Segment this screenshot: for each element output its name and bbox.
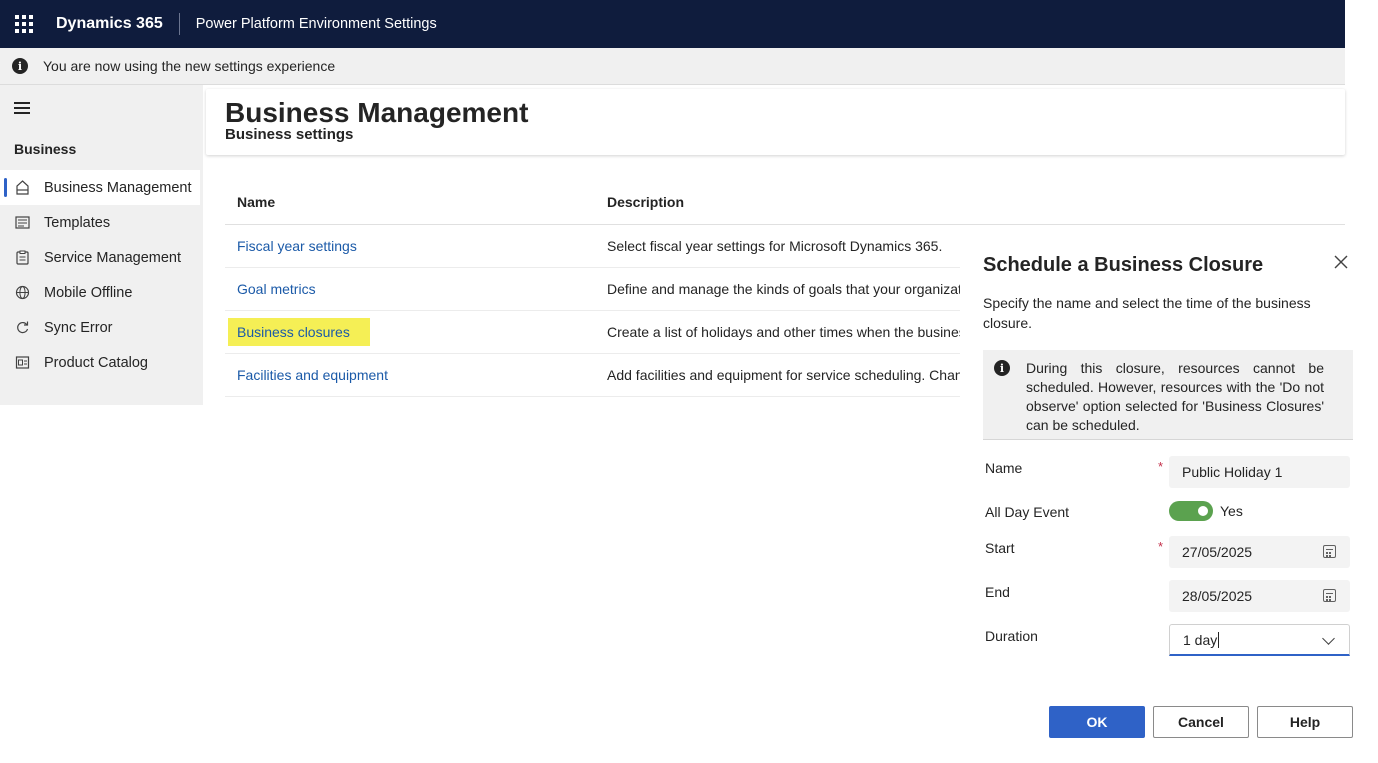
duration-label: Duration — [985, 628, 1038, 644]
dialog-title: Schedule a Business Closure — [983, 254, 1264, 276]
start-date-value: 27/05/2025 — [1182, 544, 1253, 560]
waffle-icon — [15, 15, 33, 33]
info-message: i During this closure, resources cannot … — [983, 350, 1353, 440]
app-title[interactable]: Power Platform Environment Settings — [196, 16, 437, 32]
sidebar-nav: Business Management Templates Service Ma… — [0, 170, 200, 380]
notification-bar: i You are now using the new settings exp… — [0, 48, 1345, 85]
required-indicator: * — [1158, 539, 1164, 554]
sidebar: Business Business Management Templates S… — [0, 85, 200, 405]
highlight-marker: Business closures — [228, 318, 370, 346]
page-title: Business Management — [225, 97, 529, 128]
sidebar-item-label: Service Management — [44, 249, 182, 266]
chevron-down-icon[interactable] — [1322, 632, 1335, 645]
info-icon: i — [994, 360, 1010, 376]
sidebar-item-business-management[interactable]: Business Management — [0, 170, 200, 205]
brand-name[interactable]: Dynamics 365 — [56, 13, 180, 35]
info-message-text: During this closure, resources cannot be… — [1026, 360, 1324, 433]
sidebar-item-label: Mobile Offline — [44, 284, 133, 301]
sidebar-item-label: Sync Error — [44, 319, 113, 336]
end-date-field[interactable]: 28/05/2025 — [1169, 580, 1350, 612]
name-value: Public Holiday 1 — [1182, 464, 1283, 480]
page-subtitle: Business settings — [225, 126, 354, 143]
sidebar-item-label: Business Management — [44, 179, 192, 196]
business-management-icon — [14, 180, 30, 196]
facilities-and-equipment-link[interactable]: Facilities and equipment — [237, 367, 388, 383]
start-date-field[interactable]: 27/05/2025 — [1169, 536, 1350, 568]
notification-text: You are now using the new settings exper… — [43, 58, 336, 74]
table-header-row: Name Description — [225, 180, 1345, 225]
toggle-knob — [1198, 506, 1208, 516]
sidebar-item-mobile-offline[interactable]: Mobile Offline — [0, 275, 200, 310]
app-launcher-button[interactable] — [0, 0, 48, 48]
sidebar-item-label: Templates — [44, 214, 111, 231]
sidebar-section-title: Business — [14, 141, 77, 157]
end-label: End — [985, 584, 1010, 600]
ok-button[interactable]: OK — [1049, 706, 1145, 738]
help-button[interactable]: Help — [1257, 706, 1353, 738]
start-label: Start — [985, 540, 1015, 556]
product-catalog-icon — [14, 355, 30, 371]
all-day-event-label: All Day Event — [985, 504, 1070, 520]
dialog-description: Specify the name and select the time of … — [983, 295, 1311, 331]
content-divider — [200, 85, 203, 405]
close-icon[interactable] — [1332, 253, 1350, 271]
text-cursor — [1218, 631, 1220, 648]
globe-icon — [14, 285, 30, 301]
top-bar: Dynamics 365 Power Platform Environment … — [0, 0, 1345, 48]
sidebar-item-service-management[interactable]: Service Management — [0, 240, 200, 275]
page-header: Business Management Business settings — [206, 89, 1345, 155]
duration-value: 1 day — [1183, 631, 1218, 648]
schedule-business-closure-dialog: Schedule a Business Closure Specify the … — [960, 240, 1378, 763]
required-indicator: * — [1158, 459, 1164, 474]
all-day-event-value: Yes — [1220, 503, 1243, 519]
name-label: Name — [985, 460, 1023, 476]
sidebar-item-product-catalog[interactable]: Product Catalog — [0, 345, 200, 380]
goal-metrics-link[interactable]: Goal metrics — [237, 281, 316, 297]
duration-select[interactable]: 1 day — [1169, 624, 1350, 656]
column-header-description[interactable]: Description — [607, 194, 1345, 210]
calendar-icon[interactable] — [1323, 589, 1336, 602]
end-date-value: 28/05/2025 — [1182, 588, 1253, 604]
info-icon: i — [12, 58, 28, 74]
sidebar-item-templates[interactable]: Templates — [0, 205, 200, 240]
column-header-name[interactable]: Name — [225, 194, 607, 210]
fiscal-year-settings-link[interactable]: Fiscal year settings — [237, 238, 357, 254]
hamburger-menu-icon[interactable] — [14, 102, 30, 117]
sync-error-icon — [14, 320, 30, 336]
service-management-icon — [14, 250, 30, 266]
sidebar-item-label: Product Catalog — [44, 354, 148, 371]
all-day-event-toggle[interactable] — [1169, 501, 1213, 521]
templates-icon — [14, 215, 30, 231]
calendar-icon[interactable] — [1323, 545, 1336, 558]
business-closures-link[interactable]: Business closures — [237, 324, 350, 340]
name-field[interactable]: Public Holiday 1 — [1169, 456, 1350, 488]
cancel-button[interactable]: Cancel — [1153, 706, 1249, 738]
sidebar-item-sync-error[interactable]: Sync Error — [0, 310, 200, 345]
